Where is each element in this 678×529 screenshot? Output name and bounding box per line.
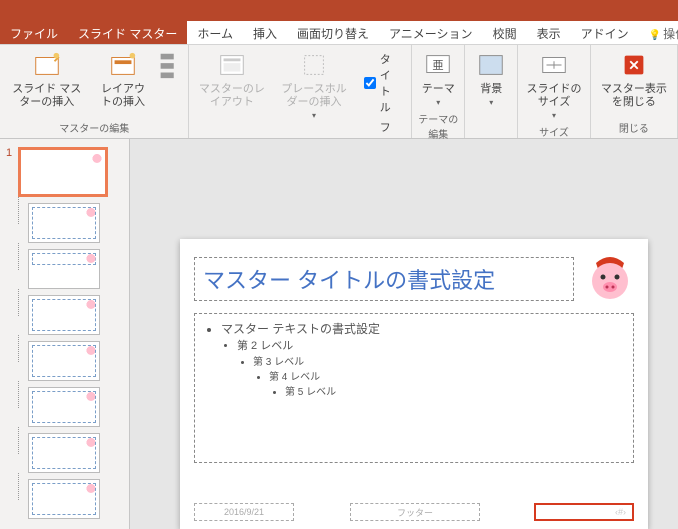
- pig-icon: [86, 253, 96, 263]
- layout-thumbnail[interactable]: [28, 433, 100, 473]
- insert-placeholder-button[interactable]: プレースホルダーの挿入 ▾: [272, 47, 355, 122]
- slide-size-button[interactable]: スライドのサイズ ▾: [522, 47, 585, 122]
- btn-label: スライド マスターの挿入: [8, 83, 85, 109]
- group-size: スライドのサイズ ▾ サイズ: [518, 45, 590, 138]
- pig-icon: [86, 207, 96, 217]
- tab-view[interactable]: 表示: [527, 21, 571, 44]
- chevron-down-icon: ▾: [552, 111, 556, 120]
- edit-icons: [154, 49, 186, 81]
- tab-insert[interactable]: 挿入: [243, 21, 287, 44]
- btn-label: 背景: [480, 83, 502, 96]
- tab-file[interactable]: ファイル: [0, 21, 68, 44]
- tab-animation[interactable]: アニメーション: [379, 21, 483, 44]
- delete-rename-preserve[interactable]: [156, 47, 184, 83]
- slide-number-placeholder[interactable]: ‹#›: [534, 503, 634, 521]
- title-placeholder[interactable]: マスター タイトルの書式設定: [194, 257, 574, 301]
- btn-label: テーマ: [422, 83, 455, 96]
- pig-icon: [86, 345, 96, 355]
- layout-icon: [107, 49, 139, 81]
- title-bar: [0, 0, 678, 21]
- slide-editor[interactable]: マスター タイトルの書式設定 マスター テキストの書式設定 第 2 レベル 第 …: [130, 139, 678, 529]
- group-close: マスター表示を閉じる 閉じる: [591, 45, 678, 138]
- chk-label: タイトル: [380, 51, 402, 115]
- chevron-down-icon: ▾: [436, 98, 440, 107]
- footer-placeholder[interactable]: フッター: [350, 503, 480, 521]
- tab-review[interactable]: 校閲: [483, 21, 527, 44]
- pig-icon: [86, 437, 96, 447]
- layout-thumbnail[interactable]: [28, 203, 100, 243]
- btn-label: マスターのレイアウト: [197, 83, 266, 109]
- master-layout-button[interactable]: マスターのレイアウト: [193, 47, 270, 111]
- svg-text:亜: 亜: [433, 60, 444, 72]
- btn-label: レイアウトの挿入: [95, 83, 150, 109]
- pig-icon: [86, 299, 96, 309]
- btn-label: マスター表示を閉じる: [599, 83, 669, 109]
- placeholder-icon: [298, 49, 330, 81]
- pig-icon: [86, 391, 96, 401]
- layout-thumbnail[interactable]: [28, 295, 100, 335]
- workspace: 1 マスター タイトルの書式設定 マスター テキストの書式設定 第 2 レベル …: [0, 139, 678, 529]
- slide-size-icon: [538, 49, 570, 81]
- date-placeholder[interactable]: 2016/9/21: [194, 503, 294, 521]
- btn-label: プレースホルダーの挿入: [276, 83, 351, 109]
- master-thumbnail[interactable]: [18, 147, 108, 197]
- group-theme: 亜 テーマ ▾ テーマの編集: [412, 45, 465, 138]
- insert-slide-master-button[interactable]: スライド マスターの挿入: [4, 47, 89, 111]
- tab-tell-me[interactable]: 操作アシス: [639, 21, 678, 44]
- btn-label: スライドのサイズ: [526, 83, 581, 109]
- close-icon: [618, 49, 650, 81]
- group-master-layout: マスターのレイアウト プレースホルダーの挿入 ▾ タイトル フッター マスター …: [189, 45, 412, 138]
- pig-icon: [92, 153, 102, 163]
- slide-canvas[interactable]: マスター タイトルの書式設定 マスター テキストの書式設定 第 2 レベル 第 …: [180, 239, 648, 529]
- group-background: 背景 ▾: [465, 45, 518, 138]
- chevron-down-icon: ▾: [489, 98, 493, 107]
- group-label: 閉じる: [595, 118, 673, 138]
- master-layout-icon: [216, 49, 248, 81]
- background-icon: [475, 49, 507, 81]
- bullet-1: マスター テキストの書式設定: [221, 320, 623, 337]
- group-label: マスターの編集: [4, 118, 184, 138]
- close-master-button[interactable]: マスター表示を閉じる: [595, 47, 673, 111]
- pig-icon: [86, 483, 96, 493]
- group-edit-master: スライド マスターの挿入 レイアウトの挿入 マスターの編集: [0, 45, 189, 138]
- bullet-2: 第 2 レベル: [237, 337, 623, 353]
- master-number: 1: [6, 147, 14, 197]
- chevron-down-icon: ▾: [312, 111, 316, 120]
- layout-thumbnail[interactable]: [28, 341, 100, 381]
- layout-thumbnail[interactable]: [28, 387, 100, 427]
- tab-slide-master[interactable]: スライド マスター: [68, 21, 187, 44]
- slide-master-icon: [31, 49, 63, 81]
- tab-addin[interactable]: アドイン: [571, 21, 639, 44]
- insert-layout-button[interactable]: レイアウトの挿入: [91, 47, 154, 111]
- ribbon: スライド マスターの挿入 レイアウトの挿入 マスターの編集 マスターのレイアウト…: [0, 45, 678, 139]
- pig-image: [586, 253, 634, 301]
- bullet-4: 第 4 レベル: [269, 368, 623, 383]
- ribbon-tabs: ファイル スライド マスター ホーム 挿入 画面切り替え アニメーション 校閲 …: [0, 21, 678, 45]
- themes-icon: 亜: [422, 49, 454, 81]
- themes-button[interactable]: 亜 テーマ ▾: [416, 47, 460, 109]
- tab-transition[interactable]: 画面切り替え: [287, 21, 379, 44]
- layout-thumbnail[interactable]: [28, 249, 100, 289]
- thumbnail-pane[interactable]: 1: [0, 139, 130, 529]
- tab-home[interactable]: ホーム: [187, 21, 243, 44]
- body-placeholder[interactable]: マスター テキストの書式設定 第 2 レベル 第 3 レベル 第 4 レベル 第…: [194, 313, 634, 463]
- background-button[interactable]: 背景 ▾: [469, 47, 513, 109]
- title-checkbox[interactable]: タイトル: [364, 51, 402, 115]
- layout-thumbnail[interactable]: [28, 479, 100, 519]
- bullet-5: 第 5 レベル: [285, 383, 623, 398]
- group-label: [469, 122, 513, 138]
- bullet-3: 第 3 レベル: [253, 353, 623, 368]
